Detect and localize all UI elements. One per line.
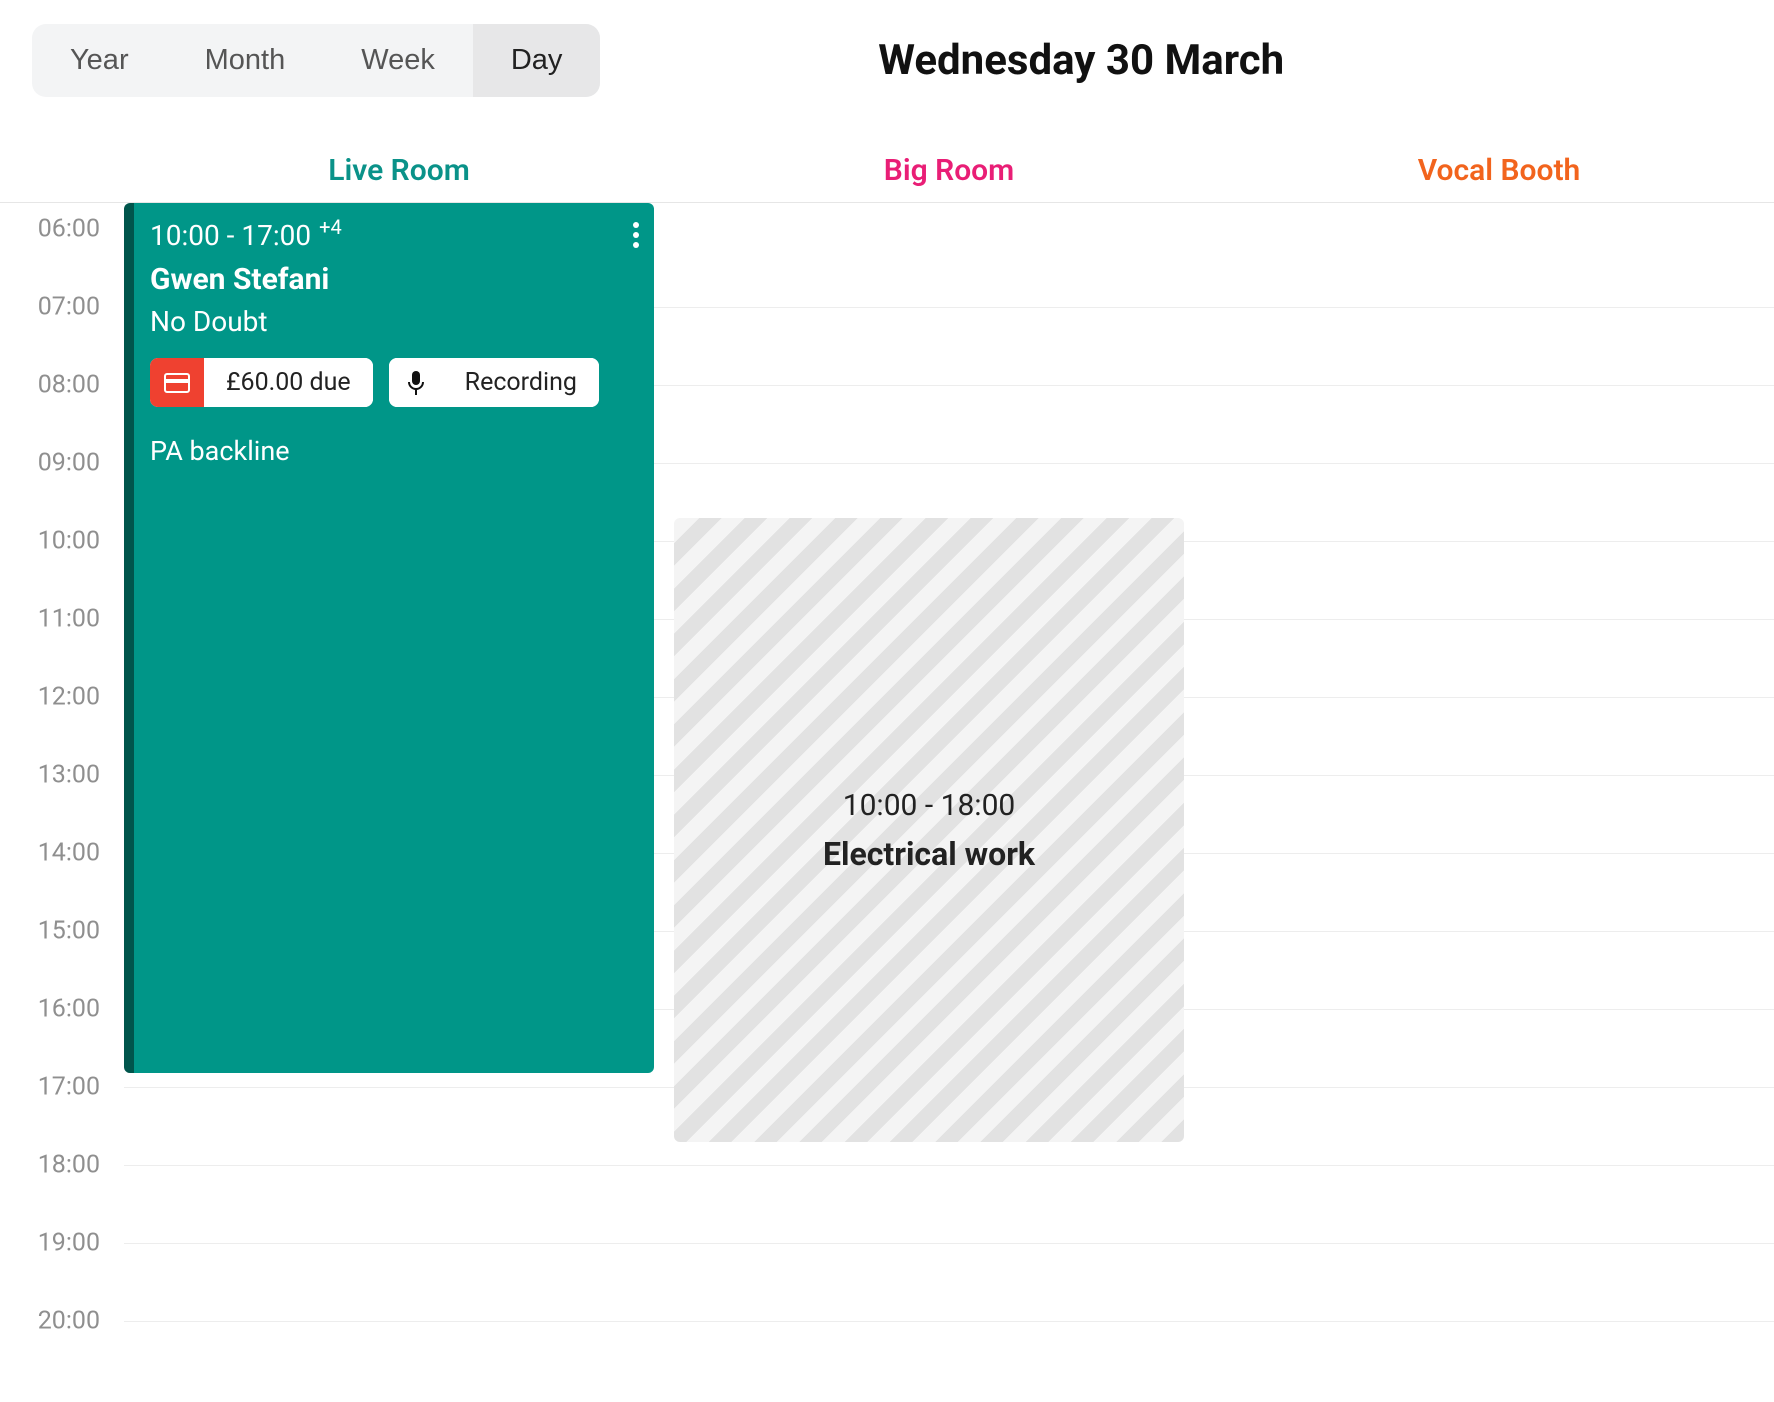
hour-label: 18:00 <box>0 1151 112 1180</box>
event-time: 10:00 - 17:00 <box>150 219 311 252</box>
hour-label: 15:00 <box>0 917 112 946</box>
event-band: No Doubt <box>150 305 634 338</box>
view-year-button[interactable]: Year <box>32 24 167 97</box>
event-menu-button[interactable] <box>632 221 640 249</box>
view-month-button[interactable]: Month <box>167 24 324 97</box>
mic-icon <box>389 358 443 407</box>
hour-label: 07:00 <box>0 293 112 322</box>
event-booking-live-room[interactable]: 10:00 - 17:00 +4 Gwen Stefani No Doubt £… <box>124 203 654 1073</box>
card-icon <box>150 358 204 407</box>
hour-label: 16:00 <box>0 995 112 1024</box>
session-type-badge[interactable]: Recording <box>389 358 599 407</box>
hour-label: 11:00 <box>0 605 112 634</box>
hour-label: 14:00 <box>0 839 112 868</box>
room-header-vocal-booth[interactable]: Vocal Booth <box>1224 141 1774 202</box>
block-title: Electrical work <box>823 835 1035 873</box>
payment-due-label: £60.00 due <box>204 358 373 407</box>
hour-label: 12:00 <box>0 683 112 712</box>
hour-label: 06:00 <box>0 215 112 244</box>
payment-due-badge[interactable]: £60.00 due <box>150 358 373 407</box>
hour-label: 19:00 <box>0 1229 112 1258</box>
time-gutter: 06:00 07:00 08:00 09:00 10:00 11:00 12:0… <box>0 203 124 1400</box>
date-title: Wednesday 30 March <box>420 36 1742 85</box>
hour-label: 08:00 <box>0 371 112 400</box>
col-vocal-booth[interactable] <box>1224 203 1774 1400</box>
hour-label: 10:00 <box>0 527 112 556</box>
room-header-live-room[interactable]: Live Room <box>124 141 674 202</box>
hour-label: 09:00 <box>0 449 112 478</box>
event-artist: Gwen Stefani <box>150 262 634 297</box>
event-block-big-room[interactable]: 10:00 - 18:00 Electrical work <box>674 518 1184 1142</box>
hour-label: 17:00 <box>0 1073 112 1102</box>
block-time: 10:00 - 18:00 <box>843 788 1016 823</box>
room-header-big-room[interactable]: Big Room <box>674 141 1224 202</box>
hour-label: 13:00 <box>0 761 112 790</box>
col-live-room[interactable]: 10:00 - 17:00 +4 Gwen Stefani No Doubt £… <box>124 203 674 1400</box>
session-type-label: Recording <box>443 358 599 407</box>
hour-label: 20:00 <box>0 1307 112 1336</box>
col-big-room[interactable]: 10:00 - 18:00 Electrical work <box>674 203 1224 1400</box>
event-notes: PA backline <box>150 435 634 467</box>
event-plus-indicator: +4 <box>319 215 342 239</box>
